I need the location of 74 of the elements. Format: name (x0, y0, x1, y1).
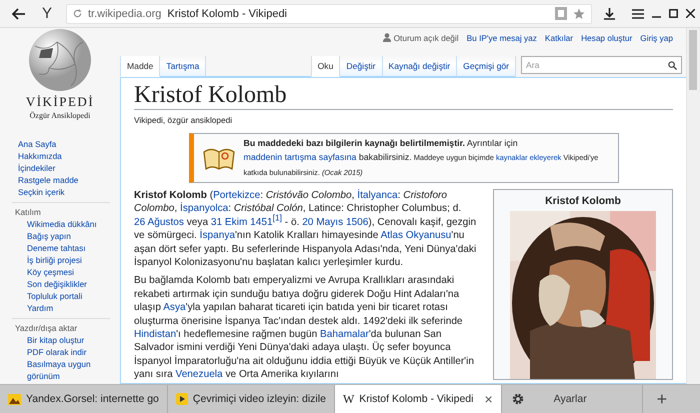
download-icon[interactable] (604, 8, 615, 20)
back-icon[interactable] (12, 8, 26, 20)
puzzle-globe-icon[interactable] (27, 28, 93, 92)
menu-icon[interactable] (632, 8, 644, 18)
scrollbar[interactable] (686, 28, 700, 384)
article-paragraph: Bu bağlamda Kolomb batı emperyalizmi ve Avrupa Krallıkları arasındaki rekabeti artırmak için sunduğu batıya doğru giderek Doğu Hint Adaları'na ulaşıp Asya'yla yapılan baharat ticareti için batıda yeni bir ticaret rotası oluşturma önerisine İspanya Tac'ından destek aldı. 1492'deki ilk seferinde Hindistan'ı hedeflemesine rağmen bugün Bahamalar'da bulunan San Salvador ismini verdiği Yeni Dünya'daki adaya ulaştı. Üç sefer boyunca İspanyol İmparatorluğu'na ait olduğunu iddia ettiği Büyük ve Küçük Antiller'in yanı sıra Venezuela ve Orta Amerika kıyılarını (134, 274, 475, 382)
user-icon (382, 33, 391, 42)
browser-logo[interactable]: Y (40, 5, 54, 22)
personal-link[interactable]: Giriş yap (640, 32, 673, 42)
sidebar-link[interactable]: Basılmaya uygun görünüm (12, 358, 102, 382)
view-tab[interactable]: Kaynağı değiştir (382, 56, 458, 77)
sidebar-link[interactable]: İş birliği projesi (12, 254, 82, 266)
sidebar-link[interactable]: Köy çeşmesi (12, 266, 74, 278)
sidebar-heading: Yazdır/dışa aktar (15, 322, 78, 334)
browser-tab[interactable]: Yandex.Gorsel: internette go (0, 385, 168, 413)
personal-link[interactable]: Hesap oluştur (581, 32, 632, 42)
sidebar-link[interactable]: Bir kitap oluştur (12, 334, 84, 346)
personal-link[interactable]: Katkılar (544, 32, 574, 42)
close-tab[interactable]: × (484, 391, 493, 407)
scrollbar-thumb[interactable] (689, 30, 697, 90)
link[interactable]: İspanya (200, 230, 235, 242)
sidebar-link[interactable]: Wikimedia dükkânı (12, 218, 97, 230)
link[interactable]: Venezuela (176, 369, 223, 380)
link[interactable]: Atlas Okyanusu (380, 230, 452, 242)
maximize-icon[interactable] (669, 9, 678, 18)
site-tagline: Özgür Ansiklopedi (30, 111, 90, 120)
new-tab-button[interactable]: + (642, 385, 682, 413)
site-wordmark: VİKİPEDİ (26, 94, 94, 110)
link[interactable]: 26 Ağustos (134, 216, 184, 228)
article-title: Kristof Kolomb (134, 82, 673, 110)
sidebar-link[interactable]: Bağış yapın (12, 230, 71, 242)
page-tab[interactable]: Tartışma (160, 56, 206, 77)
search-icon[interactable] (668, 61, 677, 70)
play-icon (176, 393, 188, 405)
close-icon[interactable] (686, 9, 695, 18)
link[interactable]: 20 Mayıs 1506 (302, 216, 368, 228)
link[interactable]: Bahamalar (320, 329, 369, 340)
sidebar-link[interactable]: Topluluk portali (12, 290, 82, 302)
site-subtitle: Vikipedi, özgür ansiklopedi (134, 115, 232, 125)
address-bar[interactable]: tr.wikipedia.org Kristof Kolomb - Vikipedi (66, 4, 592, 24)
link[interactable]: maddenin tartışma sayfasına (244, 152, 356, 162)
infobox-title: Kristof Kolomb (545, 195, 621, 207)
personal-link[interactable]: Bu IP'ye mesaj yaz (466, 32, 537, 42)
sidebar-link[interactable]: İçindekiler (0, 162, 56, 174)
image-icon (8, 394, 21, 404)
view-tab[interactable]: Değiştir (340, 56, 383, 77)
link[interactable]: Portekizce (213, 190, 260, 201)
sidebar-link[interactable]: Yardım (12, 302, 54, 314)
browser-tab[interactable]: W Kristof Kolomb - Vikipedi × (334, 385, 502, 413)
favicon: W (342, 392, 354, 406)
sidebar-link[interactable]: Rastgele madde (0, 174, 78, 186)
view-tab[interactable]: Geçmişi gör (457, 56, 516, 77)
reload-icon[interactable] (73, 9, 82, 18)
settings-tab[interactable]: Ayarlar (502, 385, 643, 413)
link[interactable]: 31 Ekim 1451$^{[1]}$ (210, 216, 282, 228)
sidebar-link[interactable]: Ana Sayfa (0, 138, 56, 150)
sidebar-link[interactable]: Seçkin içerik (0, 186, 65, 198)
link[interactable]: İspanyolca (180, 203, 228, 214)
login-status: Oturum açık değil (382, 32, 459, 42)
view-tab[interactable]: Oku (310, 56, 340, 77)
sidebar-link[interactable]: PDF olarak indir (12, 346, 86, 358)
star-icon[interactable] (573, 8, 585, 20)
page-tab[interactable]: Madde (120, 56, 160, 77)
sidebar-link[interactable]: Deneme tahtası (12, 242, 86, 254)
article-paragraph: Kristof Kolomb (Portekizce: Cristóvão Colombo, İtalyanca: Cristoforo Colombo, İspanyolca: Cristóbal Colón, Latince: Christopher Columbus; d. 26 Ağustos veya 31 Ekim 1451$^{[1]}$ - ö. 20 Mayıs 1506), Cenovalı kaşif, gezgin ve sömürgeci. İspanya'nın Katolik Kralları himayesinde Atlas Okyanusu'nu aşan dört sefer yaptı. Bu seferlerinde Hispanyola Adası'nda, Yeni Dünya'daki İspanyol Kolonizasyonu'nu başlatan kalıcı yerleşimler kurdu. (134, 189, 478, 270)
link[interactable]: Asya (163, 302, 186, 314)
browser-tab[interactable]: Çevrimiçi video izleyin: dizile (168, 385, 335, 413)
sidebar-link[interactable]: Hakkımızda (0, 150, 62, 162)
link[interactable]: Hindistan (134, 329, 176, 340)
settings-icon[interactable] (512, 393, 524, 405)
sidebar-link[interactable]: Son değişiklikler (12, 278, 87, 290)
link[interactable]: İtalyanca (357, 190, 398, 201)
sidebar-heading: Katılım (15, 206, 42, 218)
search-field[interactable]: Ara (521, 56, 682, 74)
